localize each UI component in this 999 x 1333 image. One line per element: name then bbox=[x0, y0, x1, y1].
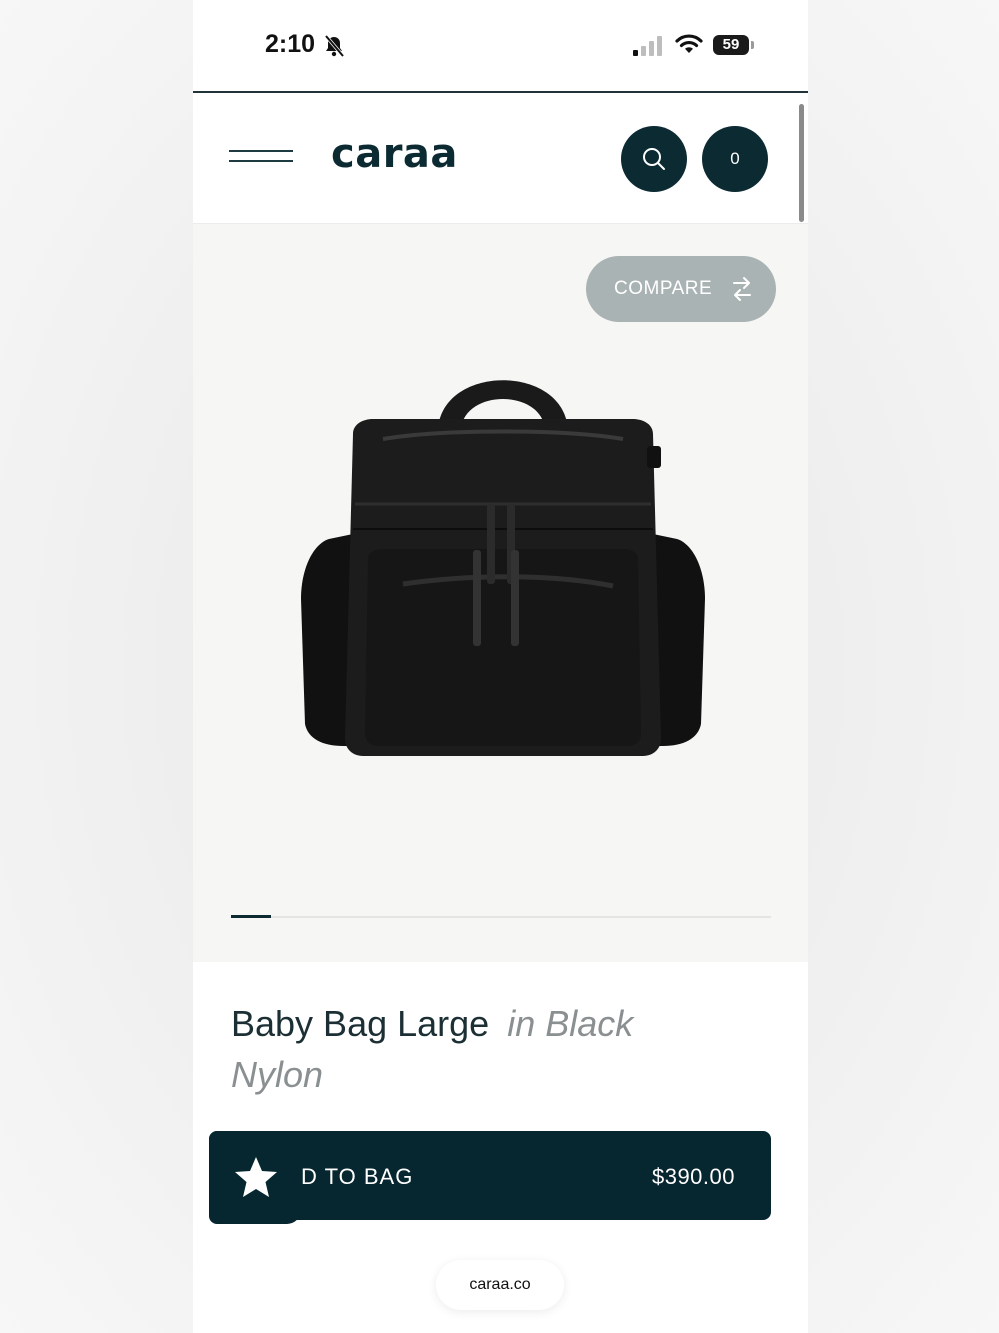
cellular-signal-icon bbox=[633, 36, 662, 56]
add-to-bag-label: D TO BAG bbox=[301, 1164, 414, 1189]
search-button[interactable] bbox=[621, 126, 687, 192]
hamburger-menu-icon[interactable] bbox=[229, 145, 293, 167]
silent-bell-icon bbox=[324, 34, 345, 58]
wifi-icon bbox=[675, 34, 703, 53]
site-header: caraa 0 bbox=[193, 93, 808, 224]
product-info: Baby Bag Large in Black Nylon D TO BAG $3… bbox=[193, 962, 808, 1333]
gallery-progress-track bbox=[231, 916, 771, 918]
product-name: Baby Bag Large bbox=[231, 1003, 490, 1044]
favorite-badge[interactable] bbox=[209, 1131, 301, 1224]
cart-button[interactable]: 0 bbox=[702, 126, 768, 192]
compare-arrows-icon bbox=[733, 277, 751, 301]
product-title: Baby Bag Large in Black Nylon bbox=[231, 998, 691, 1100]
product-image-backpack[interactable] bbox=[293, 354, 713, 764]
battery-icon: 59 bbox=[713, 35, 754, 55]
compare-button[interactable]: COMPARE bbox=[586, 256, 776, 322]
status-bar: 2:10 59 bbox=[193, 0, 808, 92]
phone-screen: 2:10 59 caraa 0 COMPARE Baby Bag Large i… bbox=[193, 0, 808, 1333]
status-time: 2:10 bbox=[265, 30, 316, 58]
add-to-bag-button[interactable]: D TO BAG $390.00 bbox=[209, 1131, 771, 1224]
brand-logo[interactable]: caraa bbox=[331, 131, 458, 177]
add-to-bag-price: $390.00 bbox=[651, 1164, 735, 1189]
cart-count: 0 bbox=[730, 149, 740, 168]
product-gallery[interactable]: COMPARE bbox=[193, 224, 808, 962]
compare-label: COMPARE bbox=[614, 278, 713, 299]
gallery-progress-indicator bbox=[231, 915, 271, 918]
browser-url-pill[interactable]: caraa.co bbox=[436, 1260, 564, 1310]
star-icon bbox=[235, 1157, 277, 1197]
scrollbar[interactable] bbox=[799, 104, 804, 222]
search-icon bbox=[643, 148, 665, 170]
